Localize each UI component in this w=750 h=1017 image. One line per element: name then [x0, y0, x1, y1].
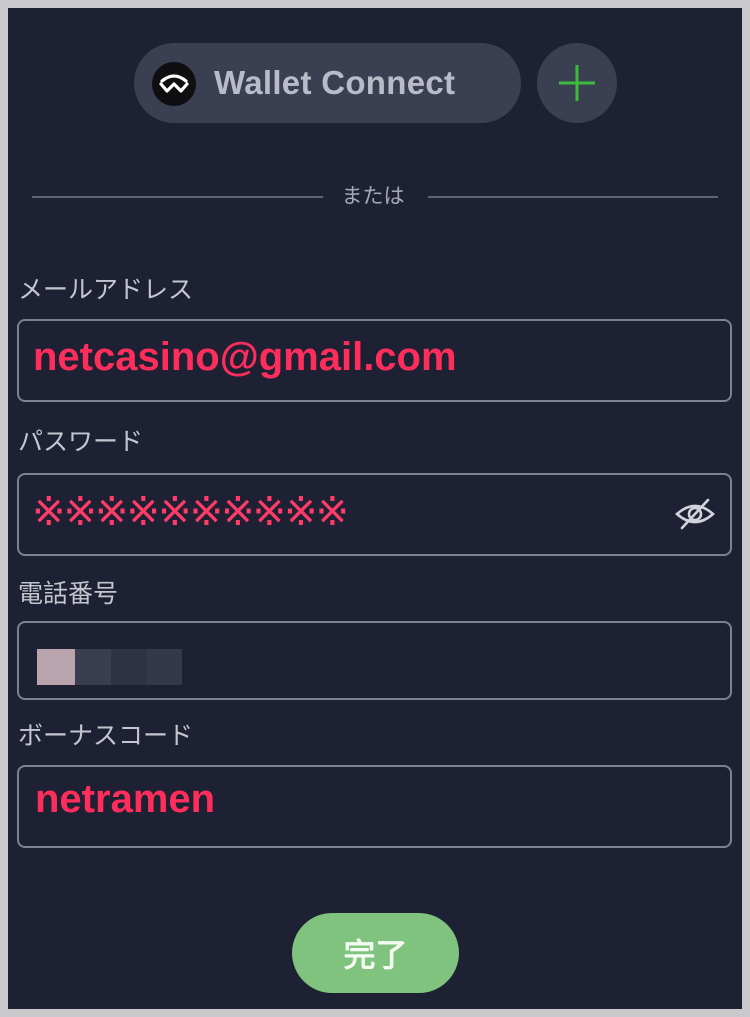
bonus-code-field[interactable]: netramen: [17, 765, 732, 848]
phone-blur-block: [111, 649, 147, 685]
divider-line-left: [32, 196, 323, 198]
walletconnect-logo-icon: [152, 62, 196, 106]
eye-off-icon[interactable]: [674, 497, 716, 535]
bonus-code-label: ボーナスコード: [18, 721, 194, 750]
add-login-method-button[interactable]: [537, 43, 617, 123]
password-field[interactable]: ※※※※※※※※※※: [17, 473, 732, 556]
wallet-connect-button[interactable]: Wallet Connect: [134, 43, 521, 123]
phone-blur-block: [75, 649, 111, 685]
divider-line-right: [428, 196, 718, 198]
plus-icon: [559, 65, 595, 101]
registration-form-panel: Wallet Connect または メールアドレス netcasino@gma…: [8, 8, 742, 1009]
submit-button[interactable]: 完了: [292, 913, 459, 993]
phone-blur-block: [147, 649, 182, 685]
divider-or-text: または: [341, 184, 405, 208]
phone-blur-block: [37, 649, 75, 685]
password-value: ※※※※※※※※※※: [32, 489, 349, 535]
bonus-code-value: netramen: [35, 777, 216, 821]
phone-label: 電話番号: [18, 579, 119, 608]
wallet-connect-label: Wallet Connect: [214, 64, 456, 101]
phone-field[interactable]: [17, 621, 732, 700]
email-label: メールアドレス: [18, 275, 194, 304]
password-label: パスワード: [18, 427, 144, 456]
email-value: netcasino@gmail.com: [33, 335, 457, 379]
email-field[interactable]: netcasino@gmail.com: [17, 319, 732, 402]
